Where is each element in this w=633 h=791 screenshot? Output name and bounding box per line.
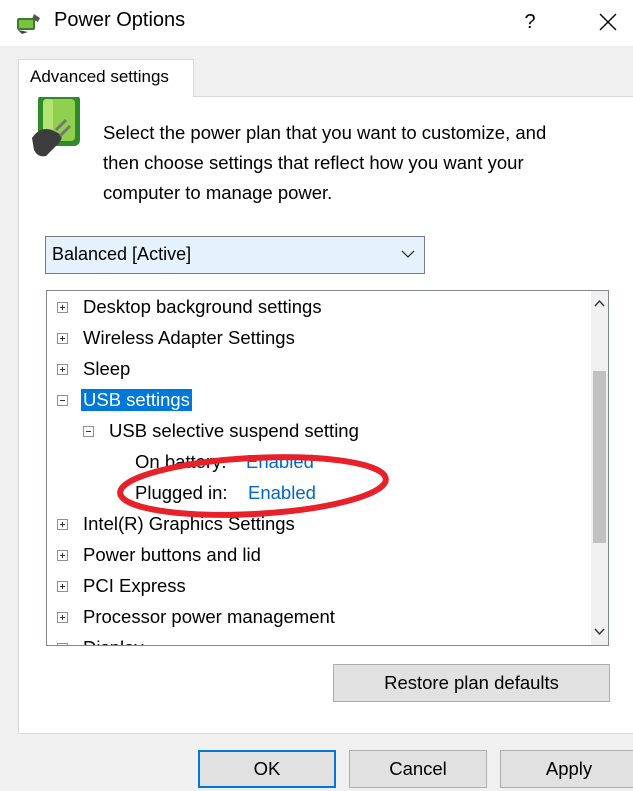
settings-tree[interactable]: Desktop background settings Wireless Ada…: [46, 290, 609, 646]
expand-icon[interactable]: [57, 643, 68, 645]
on-battery-value-link[interactable]: Enabled: [246, 451, 314, 473]
power-plan-value: Balanced [Active]: [52, 244, 192, 264]
collapse-icon[interactable]: [57, 395, 68, 406]
ok-button[interactable]: OK: [198, 750, 336, 788]
expand-icon[interactable]: [57, 302, 68, 313]
tree-item-label: Display: [83, 637, 144, 645]
restore-plan-defaults-button[interactable]: Restore plan defaults: [333, 664, 610, 702]
expand-icon[interactable]: [57, 612, 68, 623]
tree-scrollbar[interactable]: [591, 291, 608, 645]
scroll-down-icon[interactable]: [591, 623, 608, 640]
tree-item-label: USB selective suspend setting: [109, 420, 359, 441]
apply-button[interactable]: Apply: [500, 750, 633, 788]
collapse-icon[interactable]: [83, 426, 94, 437]
window-title: Power Options: [54, 9, 186, 31]
power-plan-dropdown[interactable]: Balanced [Active]: [45, 236, 425, 274]
title-bar: Power Options ?: [0, 0, 633, 46]
tab-label: Advanced settings: [30, 67, 169, 86]
tree-item-label: USB settings: [81, 389, 192, 411]
tree-item-label: Wireless Adapter Settings: [83, 327, 295, 348]
intro-text: Select the power plan that you want to c…: [103, 122, 547, 203]
chevron-down-icon: [401, 250, 415, 258]
tree-item-label: Power buttons and lid: [83, 544, 261, 565]
tree-item-label: Intel(R) Graphics Settings: [83, 513, 295, 534]
close-icon: [599, 13, 617, 31]
tab-advanced-settings[interactable]: Advanced settings: [18, 59, 194, 97]
tree-item-label: Processor power management: [83, 606, 335, 627]
plugged-in-value-link[interactable]: Enabled: [248, 482, 316, 504]
expand-icon[interactable]: [57, 550, 68, 561]
cancel-button[interactable]: Cancel: [349, 750, 487, 788]
tree-item-label: PCI Express: [83, 575, 186, 596]
expand-icon[interactable]: [57, 519, 68, 530]
tree-item-label: Desktop background settings: [83, 296, 322, 317]
close-button[interactable]: [588, 6, 628, 38]
tree-item-label: Sleep: [83, 358, 131, 379]
expand-icon[interactable]: [57, 364, 68, 375]
scrollbar-thumb[interactable]: [593, 370, 606, 543]
tree-item-label: Plugged in:: [135, 482, 228, 503]
power-options-app-icon: [17, 14, 40, 34]
scroll-up-icon[interactable]: [591, 295, 608, 312]
expand-icon[interactable]: [57, 581, 68, 592]
expand-icon[interactable]: [57, 333, 68, 344]
help-button[interactable]: ?: [512, 6, 548, 38]
tree-item-label: On battery:: [135, 451, 227, 472]
